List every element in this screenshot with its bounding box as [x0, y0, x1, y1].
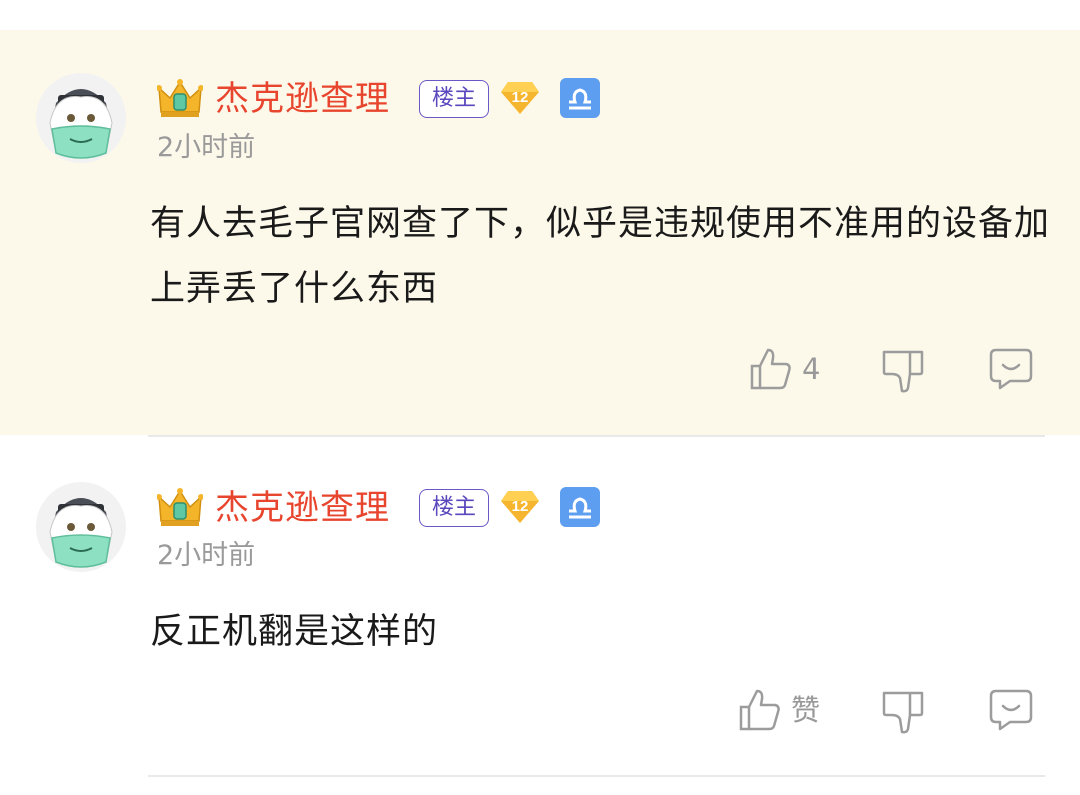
thumbs-up-icon[interactable] — [737, 687, 783, 733]
level-number: 12 — [512, 498, 529, 515]
comment-text: 有人去毛子官网查了下，似乎是违规使用不准用的设备加上弄丢了什么东西 — [150, 204, 1051, 309]
comment-text: 反正机翻是这样的 — [150, 612, 439, 652]
top-spacer — [0, 0, 1080, 30]
thumbs-down-icon[interactable] — [880, 689, 926, 735]
reply-bubble-icon[interactable] — [988, 346, 1034, 392]
comment-time: 2小时前 — [157, 132, 256, 163]
op-badge: 楼主 — [419, 80, 489, 118]
reply-bubble-icon[interactable] — [988, 687, 1034, 733]
crown-icon — [156, 487, 204, 527]
comment-item: 杰克逊查理 楼主 12 2小时前 有人去毛子官网查了下，似乎是违规使用不准用的设… — [0, 30, 1080, 435]
username[interactable]: 杰克逊查理 — [215, 487, 390, 529]
like-label: 赞 — [791, 693, 821, 727]
thumbs-down-icon[interactable] — [880, 348, 926, 394]
level-number: 12 — [512, 89, 529, 106]
divider — [148, 775, 1045, 777]
libra-icon — [560, 78, 600, 118]
level-diamond-icon: 12 — [500, 80, 540, 116]
level-diamond-icon: 12 — [500, 489, 540, 525]
crown-icon — [156, 78, 204, 118]
avatar[interactable] — [36, 482, 126, 572]
thumbs-up-icon[interactable] — [748, 346, 794, 392]
comment-item: 杰克逊查理 楼主 12 2小时前 反正机翻是这样的 赞 — [0, 437, 1080, 775]
op-badge: 楼主 — [419, 489, 489, 527]
avatar[interactable] — [36, 73, 126, 163]
username[interactable]: 杰克逊查理 — [215, 78, 390, 120]
comment-time: 2小时前 — [157, 540, 256, 571]
libra-icon — [560, 487, 600, 527]
like-count: 4 — [802, 352, 821, 386]
